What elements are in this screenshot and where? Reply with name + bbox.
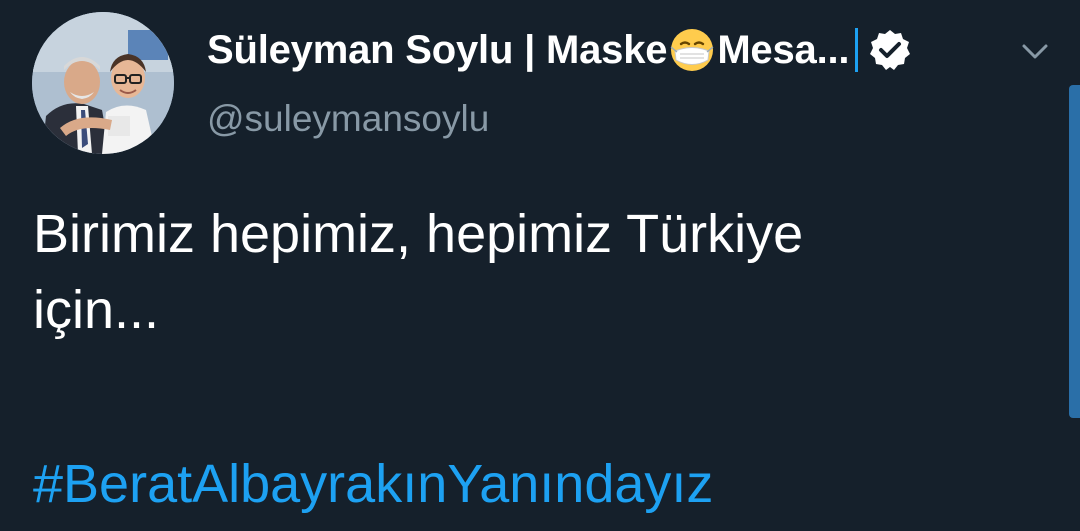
author-name-text: Süleyman Soylu | Maske (207, 27, 668, 72)
tweet-text: Birimiz hepimiz, hepimiz Türkiye için... (33, 196, 1023, 348)
tweet-text-line-2: için... (33, 280, 160, 340)
scrollbar[interactable] (1069, 85, 1080, 418)
text-cursor (855, 28, 859, 72)
chevron-down-icon[interactable] (1018, 34, 1052, 68)
profile-avatar[interactable] (32, 12, 174, 154)
verified-badge-icon (870, 30, 911, 70)
tweet-text-line-1: Birimiz hepimiz, hepimiz Türkiye (33, 204, 804, 264)
avatar-photo (32, 12, 174, 154)
author-name-suffix: Mesa... (717, 27, 850, 72)
tweet[interactable]: Süleyman Soylu | Maske Mesa... @suleyman… (0, 0, 1080, 531)
hashtag-link[interactable]: #BeratAlbayrakınYanındayız (33, 446, 713, 522)
face-with-medical-mask-emoji (670, 29, 714, 71)
author-handle[interactable]: @suleymansoylu (207, 98, 489, 140)
author-name[interactable]: Süleyman Soylu | Maske Mesa... (207, 24, 912, 76)
